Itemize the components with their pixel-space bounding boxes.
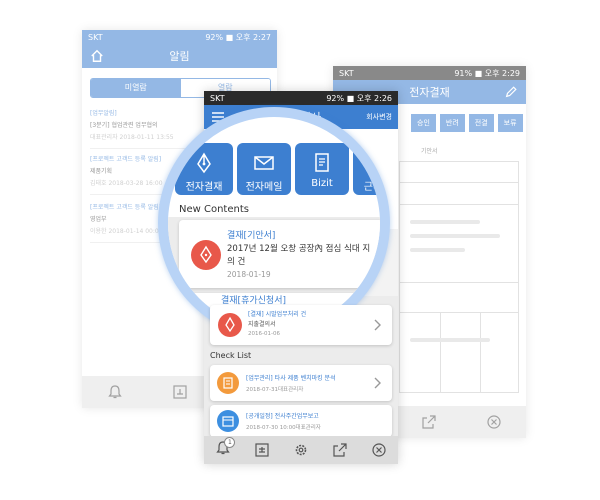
hold-button[interactable]: 보류 bbox=[497, 114, 523, 132]
table-line bbox=[400, 312, 518, 313]
home-icon[interactable] bbox=[90, 49, 104, 63]
text-placeholder bbox=[410, 338, 490, 342]
content-subject-line2: 지출결의서 bbox=[248, 321, 276, 328]
document-list-icon bbox=[315, 153, 329, 172]
status-bar: SKT 92% ■ 오후 2:27 bbox=[82, 30, 277, 44]
check-list-header: Check List bbox=[210, 351, 252, 360]
status-bar: SKT 92% ■ 오후 2:26 bbox=[204, 91, 398, 105]
status-indicators: 92% ■ 오후 2:27 bbox=[205, 32, 271, 42]
bell-icon[interactable] bbox=[107, 384, 123, 400]
carrier-label: SKT bbox=[210, 93, 225, 103]
document-preview bbox=[399, 161, 519, 393]
tab-unread[interactable]: 미열람 bbox=[91, 79, 181, 97]
org-chart-icon[interactable] bbox=[254, 442, 270, 458]
table-line bbox=[480, 312, 481, 392]
final-approve-button[interactable]: 전결 bbox=[468, 114, 494, 132]
status-indicators: 91% ■ 오후 2:29 bbox=[454, 68, 520, 78]
content-title: 결재[기안서] bbox=[227, 231, 276, 241]
gear-icon[interactable] bbox=[293, 442, 309, 458]
tile-label: 전자결재 bbox=[185, 182, 223, 193]
table-line bbox=[400, 282, 518, 283]
item-meta: 2018-07-31대표관리자 bbox=[246, 387, 304, 393]
status-bar: SKT 91% ■ 오후 2:29 bbox=[333, 66, 526, 80]
approval-icon bbox=[218, 313, 242, 337]
item-title: [공개일정] 전사주간업무보고 bbox=[246, 413, 319, 420]
pen-nib-icon bbox=[197, 152, 211, 174]
calendar-icon bbox=[217, 410, 239, 432]
chevron-right-icon bbox=[374, 319, 381, 331]
text-placeholder bbox=[410, 220, 480, 224]
envelope-icon bbox=[254, 156, 274, 170]
table-line bbox=[440, 312, 441, 392]
reject-button[interactable]: 반려 bbox=[439, 114, 465, 132]
carrier-label: SKT bbox=[339, 68, 354, 78]
tile-e-mail[interactable]: 전자메일 bbox=[237, 143, 291, 195]
content-subject-line1: [결재] 시말업무처리 건 bbox=[248, 311, 307, 318]
close-icon[interactable] bbox=[371, 442, 387, 458]
text-placeholder bbox=[410, 248, 465, 252]
content-date: 2016-01-06 bbox=[248, 331, 280, 337]
content-date: 2018-01-19 bbox=[227, 270, 271, 279]
external-link-icon[interactable] bbox=[332, 442, 348, 458]
notification-badge: 1 bbox=[224, 437, 236, 448]
pencil-icon[interactable] bbox=[504, 85, 518, 99]
approval-icon bbox=[191, 240, 221, 270]
approve-button[interactable]: 승인 bbox=[411, 114, 436, 132]
content-subject-line2: 의 건 bbox=[227, 257, 246, 267]
text-placeholder bbox=[410, 234, 500, 238]
carrier-label: SKT bbox=[88, 32, 103, 42]
task-icon bbox=[217, 372, 239, 394]
check-list-item[interactable]: [공개일정] 전사주간업무보고 2018-07-30 10:00대표관리자 bbox=[210, 405, 392, 437]
tile-label: 전자메일 bbox=[245, 182, 283, 193]
item-title: [업무관리] 타사 제품 벤치마킹 분석 bbox=[246, 375, 336, 382]
new-content-card[interactable]: 결재[기안서] 2017년 12월 오창 공장內 점심 식대 지 의 건 201… bbox=[179, 220, 380, 288]
tile-e-approval[interactable]: 전자결재 bbox=[175, 143, 233, 195]
page-title: 알림 bbox=[169, 50, 190, 63]
table-line bbox=[400, 204, 518, 205]
chevron-right-icon bbox=[374, 377, 381, 389]
external-link-icon[interactable] bbox=[421, 414, 437, 430]
org-chart-icon[interactable] bbox=[172, 384, 188, 400]
page-title: 전자결재 bbox=[409, 86, 450, 99]
new-content-card[interactable]: [결재] 시말업무처리 건 지출결의서 2016-01-06 bbox=[210, 305, 392, 345]
content-subject-line1: 2017년 12월 오창 공장內 점심 식대 지 bbox=[227, 244, 371, 254]
new-contents-header: New Contents bbox=[179, 204, 249, 215]
tile-label: Bizit bbox=[311, 178, 333, 189]
document-label: 기안서 bbox=[421, 148, 438, 155]
check-list-item[interactable]: [업무관리] 타사 제품 벤치마킹 분석 2018-07-31대표관리자 bbox=[210, 365, 392, 401]
bottom-toolbar: 1 bbox=[204, 436, 398, 464]
status-indicators: 92% ■ 오후 2:26 bbox=[326, 93, 392, 103]
bell-button[interactable]: 1 bbox=[215, 437, 236, 460]
close-icon[interactable] bbox=[486, 414, 502, 430]
table-line bbox=[400, 182, 518, 183]
app-bar: 알림 bbox=[82, 44, 277, 68]
item-meta: 2018-07-30 10:00대표관리자 bbox=[246, 425, 321, 431]
approval-action-bar: 승인 반려 전결 보류 bbox=[411, 114, 523, 132]
tile-bizit[interactable]: Bizit bbox=[295, 143, 349, 195]
